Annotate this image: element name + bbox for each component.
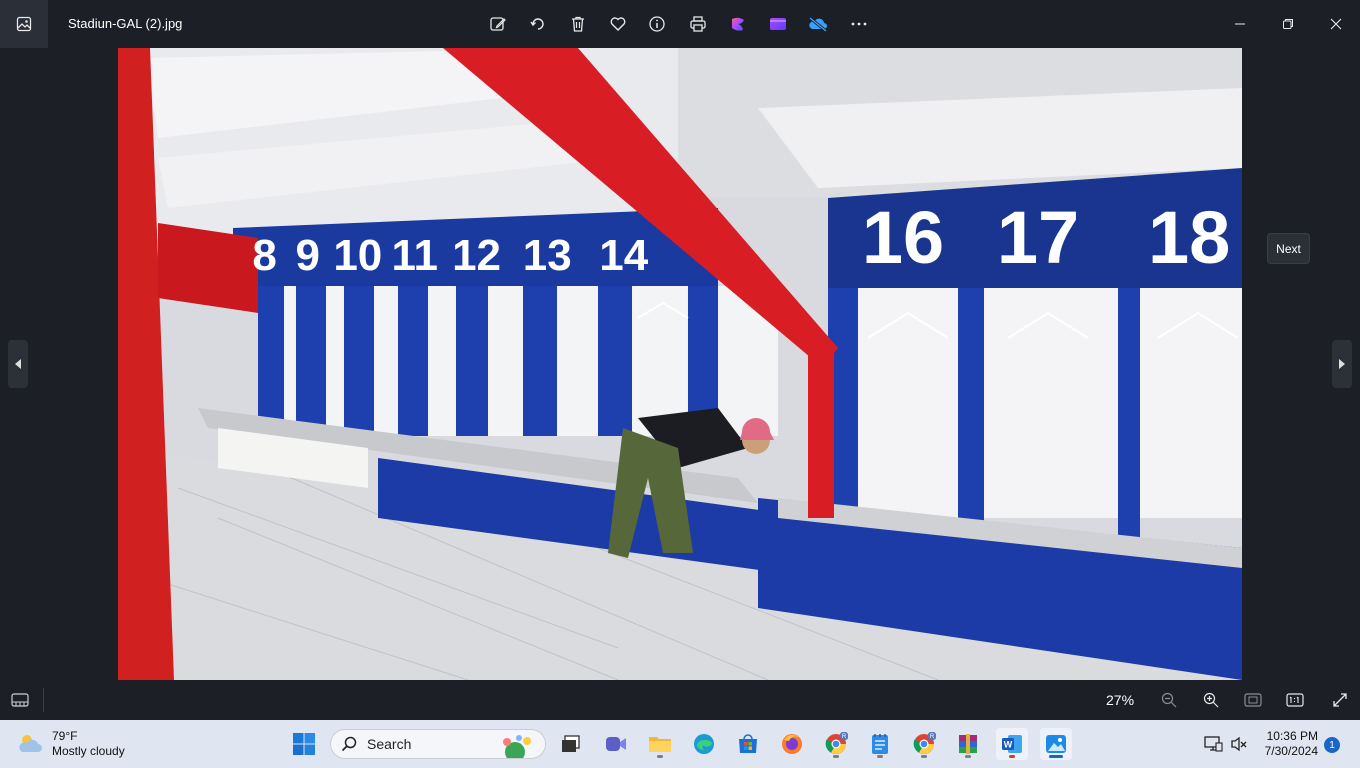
winrar-icon[interactable]: [952, 728, 984, 760]
favorite-icon[interactable]: [605, 12, 631, 36]
word-icon[interactable]: W: [996, 728, 1028, 760]
next-button[interactable]: [1332, 340, 1352, 388]
locker-numbers-left: 8 9 10 11 12 13 14: [243, 234, 663, 278]
locker-number: 18: [1148, 198, 1231, 278]
full-screen-icon[interactable]: [1328, 688, 1352, 712]
locker-number: 10: [333, 231, 383, 280]
attention-indicator: [1009, 755, 1015, 758]
notepad-icon[interactable]: [864, 728, 896, 760]
svg-text:W: W: [1004, 740, 1013, 750]
print-icon[interactable]: [685, 12, 711, 36]
chrome-profile-icon[interactable]: R: [820, 728, 852, 760]
video-editor-icon[interactable]: [765, 12, 791, 36]
window-title: Stadiun-GAL (2).jpg: [68, 16, 183, 31]
network-muted-icon[interactable]: [1226, 728, 1252, 760]
cloudy-icon: [19, 735, 42, 752]
more-icon[interactable]: [846, 12, 872, 36]
svg-text:R: R: [930, 734, 935, 740]
firefox-icon[interactable]: [776, 728, 808, 760]
photos-icon[interactable]: [1040, 728, 1072, 760]
zoom-in-icon[interactable]: [1199, 688, 1223, 712]
actual-size-icon[interactable]: [1283, 688, 1307, 712]
close-button[interactable]: [1322, 12, 1350, 36]
running-indicator: [657, 755, 663, 758]
weather-description: Mostly cloudy: [52, 744, 125, 758]
photos-app-icon[interactable]: [0, 0, 48, 48]
running-indicator: [965, 755, 971, 758]
running-indicator: [921, 755, 927, 758]
chrome-profile-2-icon[interactable]: R: [908, 728, 940, 760]
locker-number: 9: [295, 231, 320, 280]
start-icon[interactable]: [288, 728, 320, 760]
locker-number: 8: [252, 231, 277, 280]
zoom-level: 27%: [1106, 692, 1135, 708]
edit-icon[interactable]: [485, 12, 511, 36]
search-highlight-icon: [503, 735, 531, 758]
delete-icon[interactable]: [565, 12, 591, 36]
clipchamp-icon[interactable]: [725, 12, 751, 36]
microsoft-store-icon[interactable]: [732, 728, 764, 760]
zoom-out-icon[interactable]: [1157, 688, 1181, 712]
active-indicator: [1049, 755, 1063, 758]
filmstrip-icon[interactable]: [8, 688, 32, 712]
next-tooltip: Next: [1267, 233, 1310, 264]
search-box[interactable]: Search: [330, 729, 546, 759]
image-viewer: 8 9 10 11 12 13 14 16 17 18: [0, 48, 1360, 680]
svg-text:R: R: [842, 734, 847, 740]
locker-number: 11: [391, 231, 438, 280]
previous-button[interactable]: [8, 340, 28, 388]
rotate-icon[interactable]: [525, 12, 551, 36]
clock-date: 7/30/2024: [1264, 744, 1318, 758]
title-bar: Stadiun-GAL (2).jpg: [0, 0, 1360, 48]
photo-locker-room: 8 9 10 11 12 13 14 16 17 18: [118, 48, 1242, 680]
taskbar: 79°F Mostly cloudy Search R R W 10:36 PM…: [0, 720, 1360, 768]
bottom-toolbar: 27%: [0, 680, 1360, 720]
running-indicator: [877, 755, 883, 758]
divider: [43, 688, 44, 712]
search-label: Search: [367, 736, 412, 752]
search-icon: [341, 736, 357, 752]
task-view-icon[interactable]: [555, 728, 587, 760]
locker-number: 16: [861, 198, 945, 278]
notification-badge[interactable]: 1: [1324, 737, 1340, 753]
system-clock[interactable]: 10:36 PM 7/30/2024: [1258, 729, 1318, 759]
running-indicator: [833, 755, 839, 758]
minimize-button[interactable]: [1226, 12, 1254, 36]
file-explorer-icon[interactable]: [644, 728, 676, 760]
teams-chat-icon[interactable]: [600, 728, 632, 760]
locker-number: 12: [452, 231, 502, 280]
edge-icon[interactable]: [688, 728, 720, 760]
locker-number: 13: [522, 231, 572, 280]
locker-number: 14: [599, 231, 649, 280]
weather-widget[interactable]: 79°F Mostly cloudy: [16, 728, 125, 760]
clock-time: 10:36 PM: [1266, 729, 1318, 743]
locker-number: 17: [996, 198, 1080, 278]
locker-numbers-right: 16 17 18: [838, 198, 1242, 278]
weather-temperature: 79°F: [52, 729, 78, 743]
display-settings-icon[interactable]: [1200, 728, 1226, 760]
restore-button[interactable]: [1274, 12, 1302, 36]
onedrive-off-icon[interactable]: [805, 12, 831, 36]
fit-to-window-icon[interactable]: [1241, 688, 1265, 712]
info-icon[interactable]: [644, 12, 670, 36]
